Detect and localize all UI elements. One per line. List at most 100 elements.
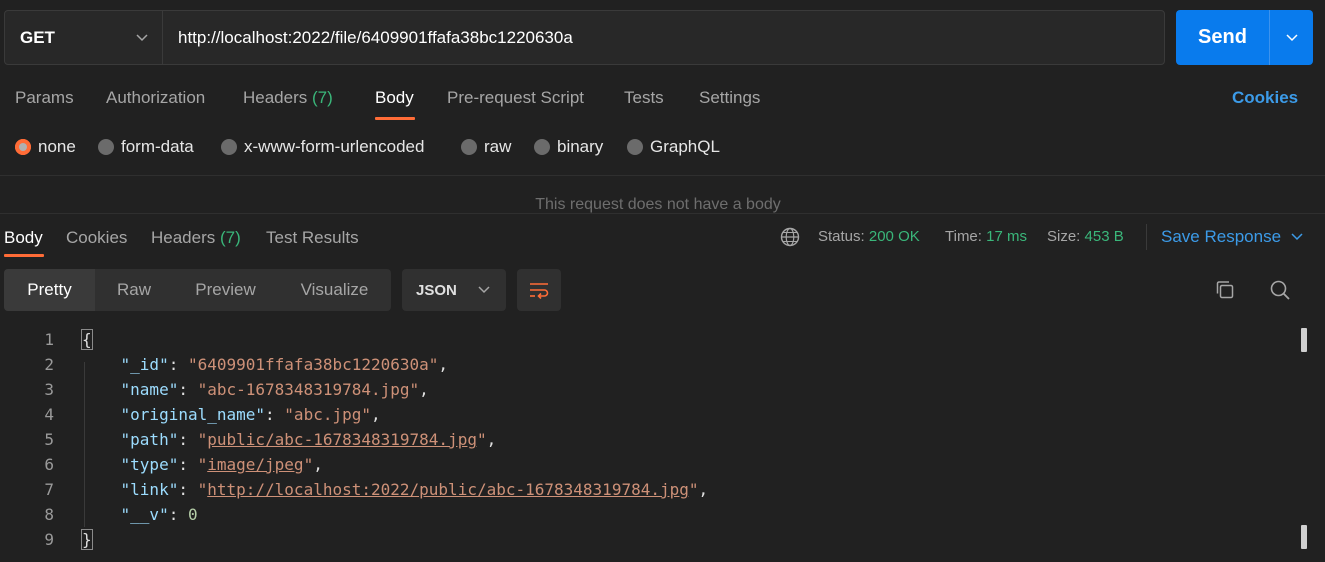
- response-tab-headers[interactable]: Headers (7): [151, 228, 241, 248]
- json-key: "link": [120, 480, 179, 499]
- copy-icon: [1216, 281, 1234, 299]
- chevron-down-icon: [1291, 233, 1303, 241]
- code-line: 2 "_id": "6409901ffafa38bc1220630a",: [0, 352, 1290, 377]
- radio-unchecked-icon: [534, 139, 550, 155]
- radio-none[interactable]: none: [15, 137, 76, 157]
- json-value: "abc.jpg": [284, 405, 371, 424]
- json-value[interactable]: image/jpeg: [207, 455, 303, 474]
- line-number: 6: [44, 455, 54, 474]
- response-tab-cookies[interactable]: Cookies: [66, 228, 127, 248]
- code-text: "__v": 0: [120, 505, 198, 524]
- radio-label: x-www-form-urlencoded: [244, 137, 425, 156]
- json-key: "original_name": [120, 405, 266, 424]
- search-button[interactable]: [1268, 278, 1292, 302]
- horizontal-scroll-marker[interactable]: [1301, 328, 1307, 352]
- code-line: 5 "path": "public/abc-1678348319784.jpg"…: [0, 427, 1290, 452]
- radio-graphql[interactable]: GraphQL: [627, 137, 720, 157]
- code-text: "type": "image/jpeg",: [120, 455, 323, 474]
- tab-tests[interactable]: Tests: [624, 88, 664, 108]
- chevron-down-icon: [136, 33, 148, 41]
- json-sep: ,: [371, 405, 381, 424]
- tab-authorization[interactable]: Authorization: [106, 88, 205, 108]
- json-key: "_id": [120, 355, 169, 374]
- code-text: "link": "http://localhost:2022/public/ab…: [120, 480, 709, 499]
- response-headers-count: (7): [220, 228, 241, 247]
- code-text: }: [81, 527, 93, 552]
- wrap-lines-button[interactable]: [517, 269, 561, 311]
- size-readout[interactable]: Size: 453 B: [1047, 228, 1124, 245]
- code-text: "name": "abc-1678348319784.jpg",: [120, 380, 429, 399]
- url-input[interactable]: http://localhost:2022/file/6409901ffafa3…: [163, 11, 1164, 64]
- view-pretty-button[interactable]: Pretty: [4, 269, 95, 311]
- tab-settings[interactable]: Settings: [699, 88, 760, 108]
- time-readout[interactable]: Time: 17 ms: [945, 228, 1027, 245]
- response-tab-body[interactable]: Body: [4, 228, 43, 248]
- cookies-link[interactable]: Cookies: [1232, 88, 1298, 108]
- json-value[interactable]: public/abc-1678348319784.jpg: [207, 430, 477, 449]
- send-button[interactable]: Send: [1176, 10, 1269, 65]
- json-sep: ,: [486, 430, 497, 449]
- line-number: 5: [44, 430, 54, 449]
- status-value: 200 OK: [868, 228, 920, 245]
- json-value-wrapper: "http://localhost:2022/public/abc-167834…: [197, 480, 699, 499]
- json-value-wrapper: "public/abc-1678348319784.jpg": [197, 430, 487, 449]
- line-number: 1: [44, 330, 54, 349]
- chevron-down-icon: [478, 286, 490, 294]
- line-number: 4: [44, 405, 54, 424]
- divider: [0, 175, 1325, 176]
- request-tabs: Params Authorization Headers (7) Body Pr…: [0, 78, 1325, 120]
- json-sep: ,: [438, 355, 449, 374]
- time-label: Time:: [945, 228, 982, 245]
- json-sep: ,: [419, 380, 429, 399]
- time-value: 17 ms: [986, 228, 1027, 245]
- tab-body[interactable]: Body: [375, 88, 414, 108]
- no-body-message: This request does not have a body: [535, 196, 781, 213]
- radio-raw[interactable]: raw: [461, 137, 511, 157]
- active-tab-indicator: [375, 117, 415, 120]
- line-number: 8: [44, 505, 54, 524]
- response-tab-test-results[interactable]: Test Results: [266, 228, 359, 248]
- view-visualize-button[interactable]: Visualize: [278, 269, 391, 311]
- divider: [1146, 224, 1147, 250]
- radio-label: raw: [484, 137, 512, 156]
- line-number: 7: [44, 480, 54, 499]
- send-group: Send: [1176, 10, 1313, 65]
- tab-params[interactable]: Params: [15, 88, 74, 108]
- method-label: GET: [20, 27, 55, 47]
- radio-binary[interactable]: binary: [534, 137, 603, 157]
- json-sep: ,: [313, 455, 323, 474]
- copy-button[interactable]: [1213, 278, 1237, 302]
- body-type-options: none form-data x-www-form-urlencoded raw…: [0, 134, 1325, 162]
- code-text: "path": "public/abc-1678348319784.jpg",: [120, 430, 497, 449]
- view-raw-button[interactable]: Raw: [95, 269, 173, 311]
- code-line: 3 "name": "abc-1678348319784.jpg",: [0, 377, 1290, 402]
- json-value[interactable]: http://localhost:2022/public/abc-1678348…: [207, 480, 689, 499]
- view-preview-button[interactable]: Preview: [173, 269, 278, 311]
- indent-guide: [84, 362, 85, 527]
- json-key: "__v": [120, 505, 169, 524]
- response-body-viewer[interactable]: 1 { 2 "_id": "6409901ffafa38bc1220630a",…: [0, 326, 1325, 562]
- json-value: 0: [187, 505, 198, 524]
- json-key: "name": [120, 380, 179, 399]
- status-readout[interactable]: Status: 200 OK: [818, 228, 920, 245]
- tab-headers[interactable]: Headers (7): [243, 88, 333, 108]
- radio-urlencoded[interactable]: x-www-form-urlencoded: [221, 137, 424, 157]
- json-sep: ,: [698, 480, 709, 499]
- json-key: "path": [120, 430, 179, 449]
- radio-label: none: [38, 137, 76, 156]
- response-tab-headers-label: Headers: [151, 228, 216, 247]
- globe-icon[interactable]: [780, 227, 800, 247]
- chevron-down-icon: [1285, 33, 1298, 41]
- tab-prerequest-script[interactable]: Pre-request Script: [447, 88, 584, 108]
- format-select[interactable]: JSON: [402, 269, 506, 311]
- method-select[interactable]: GET: [5, 11, 163, 64]
- json-key: "type": [120, 455, 179, 474]
- radio-form-data[interactable]: form-data: [98, 137, 194, 157]
- json-value-wrapper: "image/jpeg": [197, 455, 314, 474]
- radio-unchecked-icon: [461, 139, 477, 155]
- send-options-button[interactable]: [1269, 10, 1313, 65]
- save-response-button[interactable]: Save Response: [1161, 227, 1303, 247]
- vertical-scroll-marker[interactable]: [1301, 525, 1307, 549]
- close-brace: }: [81, 529, 93, 550]
- active-response-tab-indicator: [4, 254, 44, 257]
